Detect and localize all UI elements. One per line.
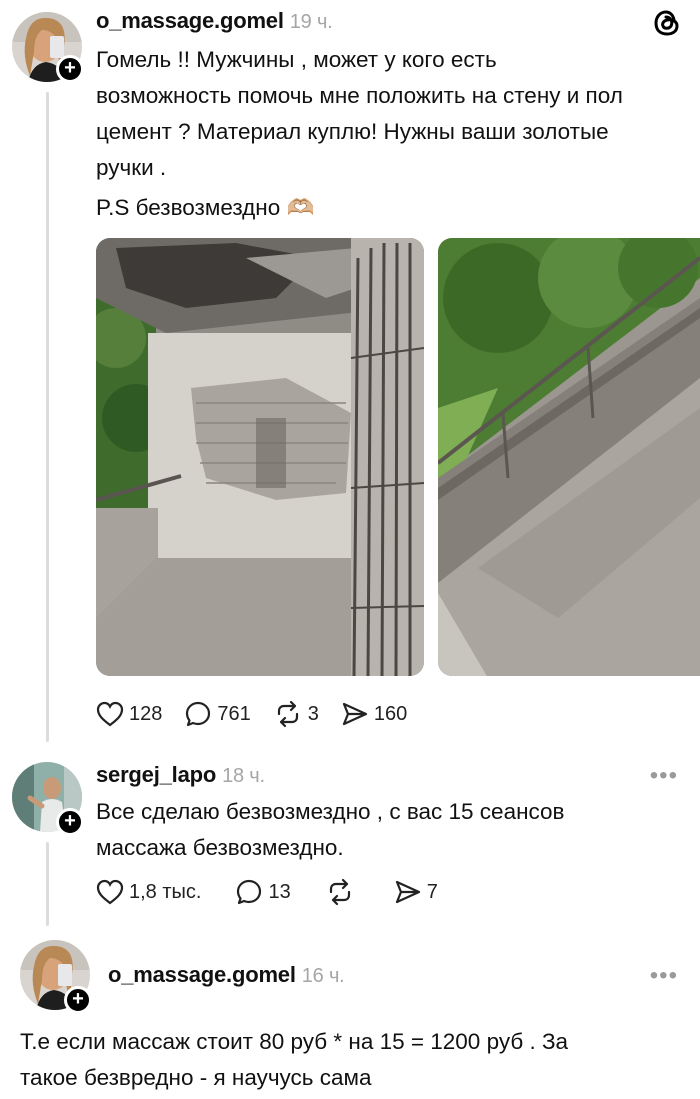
reply2-more-icon[interactable]: ••• — [650, 962, 678, 990]
threads-logo-icon[interactable] — [650, 6, 684, 40]
heart-icon — [96, 879, 124, 905]
reply1-more-icon[interactable]: ••• — [650, 762, 678, 790]
repost-count: 3 — [307, 702, 319, 725]
reply2-text-line: такое безвредно - я научусь сама — [20, 1065, 372, 1090]
comment-count: 13 — [268, 880, 291, 903]
reply2-body: Т.е если массаж стоит 80 руб * на 15 = 1… — [20, 1024, 690, 1096]
reply1-header: sergej_lapo 18 ч. — [96, 762, 265, 788]
comment-button[interactable]: 13 — [235, 878, 291, 906]
follow-plus-icon[interactable]: + — [56, 55, 84, 83]
reply1-username[interactable]: sergej_lapo — [96, 762, 216, 787]
repost-icon — [329, 878, 350, 906]
post-actions-bar: 128 761 3 160 — [96, 700, 407, 728]
like-button[interactable]: 1,8 тыс. — [96, 879, 201, 905]
comment-count: 761 — [217, 702, 251, 725]
follow-plus-icon[interactable]: + — [64, 986, 92, 1014]
comment-button[interactable]: 761 — [184, 700, 251, 728]
like-count: 1,8 тыс. — [129, 880, 202, 903]
reply2-username[interactable]: o_massage.gomel — [108, 962, 296, 987]
reply1-text-line: Все сделаю безвозмездно , с вас 15 сеанс… — [96, 799, 565, 824]
reply1-actions-bar: 1,8 тыс. 13 7 — [96, 878, 438, 906]
thread-connector-line — [46, 842, 49, 926]
heart-icon — [96, 701, 124, 727]
post-time: 19 ч. — [289, 11, 333, 33]
send-icon — [395, 880, 420, 904]
post-photo-balcony-1[interactable] — [96, 238, 424, 676]
reply2-time: 16 ч. — [301, 965, 345, 987]
reply2-header: o_massage.gomel 16 ч. — [108, 962, 345, 988]
share-button[interactable]: 7 — [394, 878, 438, 906]
repost-button[interactable] — [325, 878, 360, 906]
post-text-line: цемент ? Материал куплю! Нужны ваши золо… — [96, 119, 609, 144]
like-count: 128 — [129, 702, 163, 725]
post-text-line: возможность помочь мне положить на стену… — [96, 83, 623, 108]
reply1-text-line: массажа безвозмездно. — [96, 835, 344, 860]
post-photo-balcony-2[interactable] — [438, 238, 700, 676]
share-count: 7 — [426, 880, 438, 903]
post-header: o_massage.gomel 19 ч. — [96, 8, 333, 34]
post-username[interactable]: o_massage.gomel — [96, 8, 284, 33]
reply2-text-line: Т.е если массаж стоит 80 руб * на 15 = 1… — [20, 1029, 569, 1054]
post-body: Гомель !! Мужчины , может у кого есть во… — [96, 42, 686, 186]
post-text-line: ручки . — [96, 155, 167, 180]
share-count: 160 — [373, 702, 408, 725]
send-icon — [342, 702, 367, 726]
like-button[interactable]: 128 — [96, 701, 162, 727]
post-text-line: Гомель !! Мужчины , может у кого есть — [96, 47, 497, 72]
repost-button[interactable]: 3 — [273, 700, 319, 728]
follow-plus-icon[interactable]: + — [56, 808, 84, 836]
reply1-body: Все сделаю безвозмездно , с вас 15 сеанс… — [96, 794, 686, 866]
reply1-time: 18 ч. — [222, 765, 265, 787]
repost-icon — [277, 700, 298, 728]
post-ps-text: P.S безвозмездно 🫶🏼 — [96, 195, 315, 220]
thread-connector-line — [46, 92, 49, 742]
comment-bubble-icon — [186, 701, 211, 727]
share-button[interactable]: 160 — [341, 700, 407, 728]
comment-bubble-icon — [237, 879, 262, 905]
